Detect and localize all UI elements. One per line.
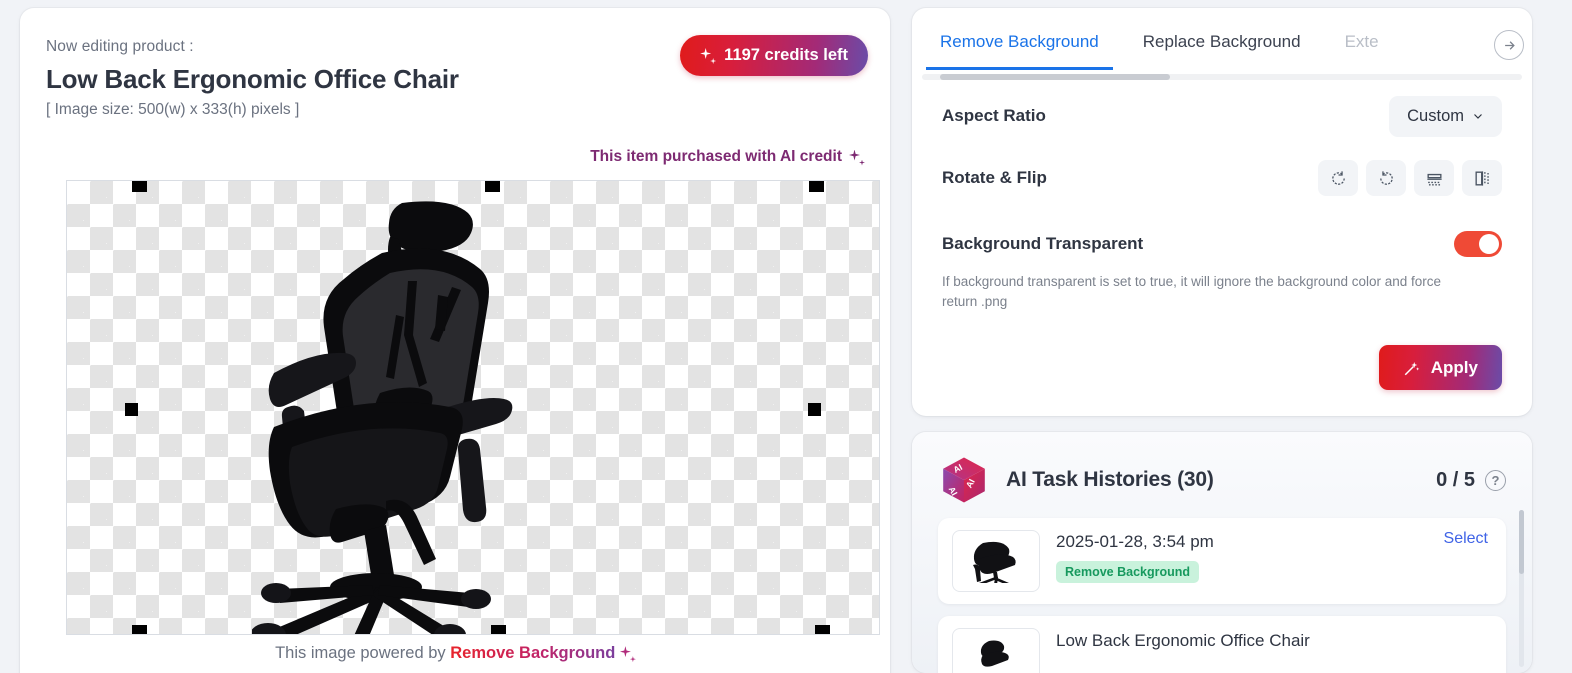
history-thumbnail <box>952 530 1040 593</box>
crop-handle-top-left[interactable] <box>132 181 147 192</box>
sparkle-icon <box>620 646 635 661</box>
aspect-ratio-label: Aspect Ratio <box>942 106 1046 125</box>
tab-remove-background[interactable]: Remove Background <box>918 8 1121 70</box>
chevron-down-icon <box>1474 114 1482 119</box>
crop-handle-bottom-left[interactable] <box>132 625 147 634</box>
apply-row: Apply <box>912 311 1532 416</box>
ai-credit-note-label: This item purchased with AI credit <box>590 148 842 165</box>
ai-task-histories-panel: AI AI AI AI Task Histories (30) 0 / 5 ? <box>912 432 1532 673</box>
tab-bar: Remove Background Replace Background Ext… <box>912 8 1532 80</box>
chair-thumbnail-icon <box>980 640 1009 667</box>
crop-handle-middle-right[interactable] <box>808 403 821 416</box>
history-body: Low Back Ergonomic Office Chair <box>1056 628 1492 651</box>
arrow-right-icon <box>1504 40 1515 50</box>
aspect-ratio-select[interactable]: Custom <box>1389 95 1502 137</box>
aspect-ratio-value: Custom <box>1407 106 1464 125</box>
ai-credit-note: This item purchased with AI credit <box>590 148 864 166</box>
image-canvas[interactable] <box>66 180 880 635</box>
rotate-flip-row: Rotate & Flip <box>912 156 1532 200</box>
tab-label: Remove Background <box>940 32 1099 51</box>
magic-wand-icon <box>1404 361 1420 375</box>
ai-cube-icon: AI AI AI <box>943 457 985 503</box>
tab-extend[interactable]: Exte <box>1323 8 1401 70</box>
history-date: 2025-01-28, 3:54 pm <box>1056 532 1214 552</box>
histories-list: 2025-01-28, 3:54 pm Remove Background Se… <box>912 518 1532 673</box>
product-image <box>252 201 513 634</box>
editor-card: Now editing product : Low Back Ergonomic… <box>20 8 890 673</box>
crop-handle-top-center[interactable] <box>485 181 500 192</box>
rotate-flip-buttons <box>1318 160 1502 196</box>
background-transparent-toggle[interactable] <box>1454 231 1502 257</box>
apply-label: Apply <box>1430 357 1478 377</box>
page-root: Now editing product : Low Back Ergonomic… <box>0 0 1572 673</box>
rotate-left-icon <box>1331 170 1345 185</box>
flip-horizontal-icon <box>1474 170 1489 186</box>
background-transparent-row: Background Transparent <box>912 222 1532 266</box>
history-body: 2025-01-28, 3:54 pm Remove Background <box>1056 530 1492 584</box>
histories-scrollbar[interactable] <box>1519 510 1524 667</box>
apply-button[interactable]: Apply <box>1378 345 1502 391</box>
chair-thumbnail-icon <box>973 541 1016 584</box>
powered-by-prefix: This image powered by <box>275 644 446 662</box>
rotate-flip-label: Rotate & Flip <box>942 168 1047 187</box>
list-item[interactable]: 2025-01-28, 3:54 pm Remove Background Se… <box>938 518 1506 605</box>
tab-scroll-thumb[interactable] <box>940 74 1170 80</box>
history-thumbnail <box>952 628 1040 673</box>
powered-by-brand: Remove Background <box>450 644 616 662</box>
histories-title: AI Task Histories (30) <box>1006 468 1214 492</box>
rotate-right-icon <box>1379 170 1393 185</box>
histories-counter-value: 0 / 5 <box>1436 468 1475 491</box>
status-badge: Remove Background <box>1056 561 1200 584</box>
background-transparent-help: If background transparent is set to true… <box>942 274 1442 309</box>
help-icon[interactable]: ? <box>1485 469 1506 491</box>
rotate-right-button[interactable] <box>1366 160 1406 196</box>
crop-handle-top-right[interactable] <box>809 181 824 192</box>
list-item[interactable]: Low Back Ergonomic Office Chair <box>938 616 1506 673</box>
histories-header: AI AI AI AI Task Histories (30) 0 / 5 ? <box>912 432 1532 518</box>
tools-panel: Remove Background Replace Background Ext… <box>912 8 1532 417</box>
image-size-label: [ Image size: 500(w) x 333(h) pixels ] <box>46 101 300 118</box>
flip-horizontal-button[interactable] <box>1462 160 1502 196</box>
sparkle-icon <box>849 150 864 165</box>
aspect-ratio-row: Aspect Ratio Custom <box>912 94 1532 138</box>
crop-handle-bottom-center[interactable] <box>491 625 506 634</box>
history-product-name: Low Back Ergonomic Office Chair <box>1056 631 1310 651</box>
tab-label: Exte <box>1344 32 1379 51</box>
tab-replace-background[interactable]: Replace Background <box>1121 8 1323 70</box>
select-link[interactable]: Select <box>1444 530 1488 548</box>
flip-vertical-icon <box>1426 173 1442 186</box>
sparkle-icon <box>700 48 715 63</box>
crop-handle-bottom-right[interactable] <box>815 625 830 634</box>
rotate-left-button[interactable] <box>1318 160 1358 196</box>
right-column: Remove Background Replace Background Ext… <box>912 8 1532 673</box>
tab-label: Replace Background <box>1142 32 1301 51</box>
background-transparent-label: Background Transparent <box>942 234 1144 253</box>
histories-counter: 0 / 5 ? <box>1436 469 1506 492</box>
crop-handle-middle-left[interactable] <box>125 403 138 416</box>
credits-label: 1197 credits left <box>724 46 848 64</box>
credits-badge[interactable]: 1197 credits left <box>680 35 868 76</box>
powered-by-label: This image powered by Remove Background <box>20 644 890 663</box>
flip-vertical-button[interactable] <box>1414 160 1454 196</box>
tabs-scroll-right-button[interactable] <box>1494 30 1524 60</box>
